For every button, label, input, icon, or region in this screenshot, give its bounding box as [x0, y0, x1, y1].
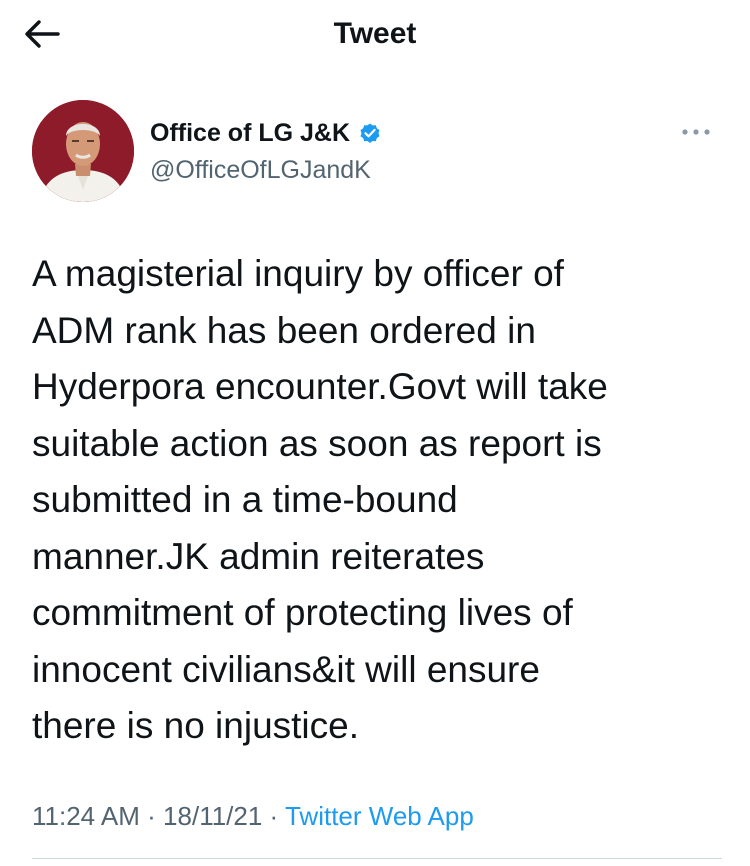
author-name[interactable]: Office of LG J&K [150, 116, 350, 150]
tweet-meta: 11:24 AM · 18/11/21 · Twitter Web App [32, 798, 474, 834]
meta-separator: · [139, 801, 164, 831]
more-options-button[interactable] [676, 118, 716, 146]
page-title: Tweet [333, 17, 417, 50]
header-bar: Tweet [0, 0, 750, 68]
tweet-date[interactable]: 18/11/21 [163, 801, 262, 831]
tweet-text: A magisterial inquiry by officer of ADM … [32, 253, 608, 746]
divider [32, 858, 722, 859]
tweet-time[interactable]: 11:24 AM [32, 801, 140, 831]
tweet-source-link[interactable]: Twitter Web App [285, 801, 474, 831]
meta-separator: · [262, 801, 285, 831]
tweet-author: Office of LG J&K @OfficeOfLGJandK [32, 100, 722, 204]
verified-badge-icon [360, 123, 380, 143]
avatar-photo [32, 100, 134, 202]
avatar[interactable] [32, 100, 134, 202]
author-name-row: Office of LG J&K [150, 116, 382, 150]
more-horizontal-icon [682, 129, 710, 135]
author-handle[interactable]: @OfficeOfLGJandK [150, 154, 371, 186]
